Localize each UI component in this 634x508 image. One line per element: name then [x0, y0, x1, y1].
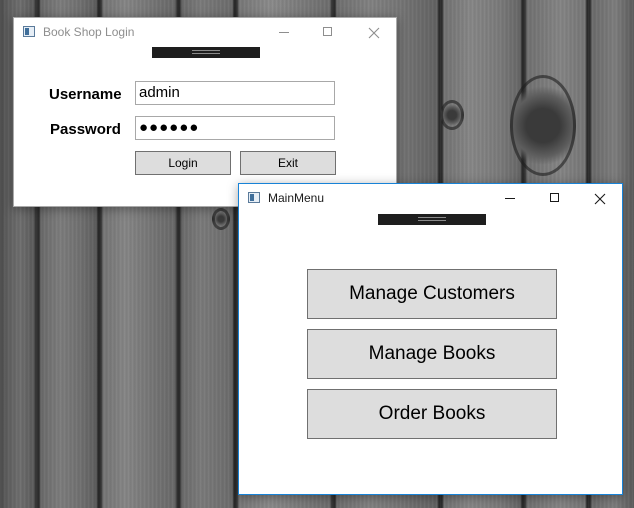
login-button-label: Login [168, 156, 198, 170]
order-books-label: Order Books [378, 403, 486, 424]
drag-grip[interactable] [378, 214, 486, 225]
manage-books-button[interactable]: Manage Books [307, 329, 557, 379]
username-input[interactable]: admin [135, 81, 335, 105]
password-input[interactable]: ●●●●●● [135, 116, 335, 140]
close-icon[interactable] [577, 184, 623, 214]
main-menu-window: MainMenu Manage Customers Manage Books O… [238, 183, 623, 495]
wood-knot [212, 208, 230, 230]
wood-knot [440, 100, 464, 130]
username-value: admin [139, 84, 180, 101]
login-button[interactable]: Login [135, 151, 231, 175]
manage-customers-button[interactable]: Manage Customers [307, 269, 557, 319]
maximize-icon[interactable] [305, 18, 351, 48]
login-titlebar[interactable]: Book Shop Login [14, 18, 396, 48]
password-value: ●●●●●● [139, 119, 200, 136]
exit-button[interactable]: Exit [240, 151, 336, 175]
exit-button-label: Exit [277, 156, 298, 170]
main-menu-titlebar[interactable]: MainMenu [239, 184, 622, 214]
password-label: Password [50, 121, 121, 138]
order-books-button[interactable]: Order Books [307, 389, 557, 439]
main-menu-title: MainMenu [268, 191, 325, 205]
maximize-icon[interactable] [532, 184, 578, 214]
app-icon [23, 26, 35, 37]
wood-knot [510, 75, 576, 176]
manage-customers-label: Manage Customers [349, 283, 515, 304]
minimize-icon[interactable] [261, 18, 307, 48]
close-icon[interactable] [351, 18, 397, 48]
username-label: Username [49, 86, 122, 103]
login-window-title: Book Shop Login [43, 25, 135, 39]
minimize-icon[interactable] [487, 184, 533, 214]
manage-books-label: Manage Books [368, 343, 496, 364]
login-window: Book Shop Login Username admin Password … [13, 17, 397, 207]
app-icon [248, 192, 260, 203]
drag-grip[interactable] [152, 47, 260, 58]
